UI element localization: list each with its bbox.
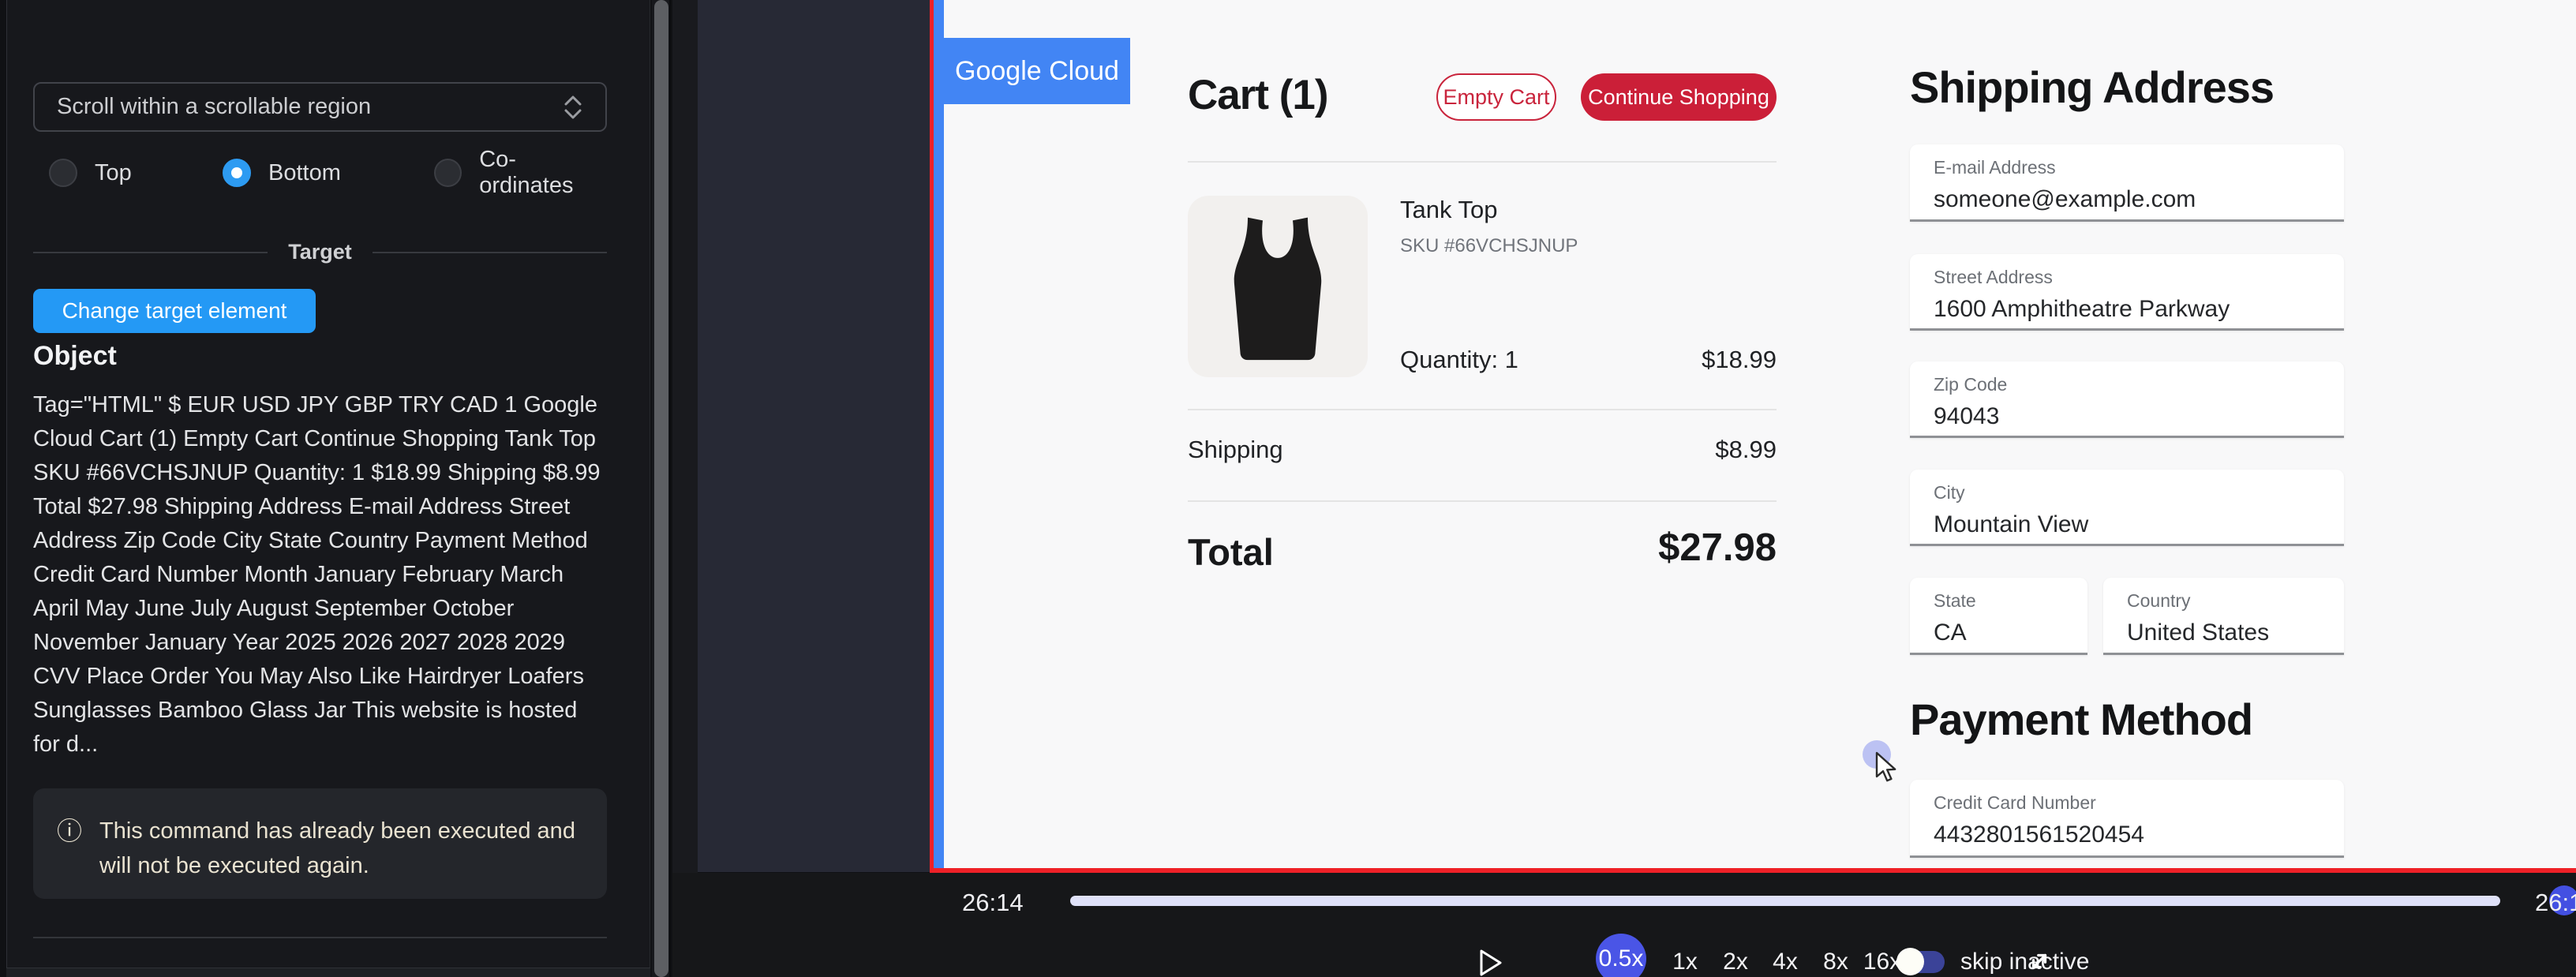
divider-line — [33, 252, 268, 253]
credit-card-field[interactable]: Credit Card Number 4432801561520454 — [1910, 780, 2344, 858]
object-description: Tag="HTML" $ EUR USD JPY GBP TRY CAD 1 G… — [33, 388, 608, 762]
cart-title: Cart (1) — [1188, 71, 1328, 119]
total-label: Total — [1188, 530, 1274, 574]
command-panel: Scroll within a scrollable region Top Bo… — [6, 0, 650, 977]
speed-1x-button[interactable]: 1x — [1657, 949, 1713, 975]
fullscreen-icon[interactable] — [2024, 945, 2055, 977]
radio-coordinates-circle[interactable] — [434, 159, 462, 187]
email-value: someone@example.com — [1934, 186, 2320, 213]
target-highlight-outline — [934, 0, 944, 868]
speed-2x-button[interactable]: 2x — [1708, 949, 1763, 975]
radio-coordinates-label: Co-ordinates — [479, 147, 607, 199]
toggle-knob[interactable] — [1896, 948, 1924, 975]
command-select-value: Scroll within a scrollable region — [57, 94, 371, 120]
panel-video-gap — [672, 0, 698, 977]
cart-divider — [1188, 161, 1777, 163]
notice-box: ⓘ This command has already been executed… — [33, 788, 607, 899]
divider-line — [373, 252, 607, 253]
mouse-cursor-icon — [1875, 751, 1902, 783]
email-field[interactable]: E-mail Address someone@example.com — [1910, 144, 2344, 222]
country-value: United States — [2127, 620, 2320, 646]
radio-top-circle[interactable] — [49, 159, 77, 187]
timeline-track[interactable] — [1070, 896, 2500, 906]
radio-bottom-label: Bottom — [268, 160, 341, 186]
app-root: Scroll within a scrollable region Top Bo… — [0, 0, 2576, 977]
product-sku: SKU #66VCHSJNUP — [1400, 235, 1578, 257]
speed-0-5x-button[interactable]: 0.5x — [1596, 934, 1646, 977]
email-label: E-mail Address — [1934, 157, 2320, 178]
city-field[interactable]: City Mountain View — [1910, 470, 2344, 546]
change-target-button[interactable]: Change target element — [33, 289, 316, 333]
radio-top-label: Top — [95, 160, 132, 186]
radio-option-bottom[interactable]: Bottom — [223, 159, 341, 187]
target-section-label: Target — [288, 240, 352, 264]
country-label: Country — [2127, 590, 2320, 612]
target-section-divider: Target — [33, 240, 607, 264]
credit-card-value: 4432801561520454 — [1934, 822, 2320, 848]
total-value: $27.98 — [1540, 526, 1777, 570]
street-value: 1600 Amphitheatre Parkway — [1934, 296, 2320, 323]
end-time: 26:15 — [2535, 889, 2576, 917]
speed-4x-button[interactable]: 4x — [1758, 949, 1813, 975]
recorded-page-frame: Google Cloud Cart (1) Empty Cart Continu… — [930, 0, 2576, 868]
radio-option-top[interactable]: Top — [49, 159, 132, 187]
player-bar: 26:14 26:15 0.5x 1x 2x 4x 8x 16x skip in… — [672, 873, 2576, 977]
continue-shopping-button[interactable]: Continue Shopping — [1581, 73, 1777, 121]
state-label: State — [1934, 590, 2064, 612]
brand-badge[interactable]: Google Cloud — [944, 38, 1130, 104]
info-icon: ⓘ — [57, 814, 82, 874]
web-page: Google Cloud Cart (1) Empty Cart Continu… — [944, 0, 2576, 868]
scroll-position-options: Top Bottom Co-ordinates — [33, 155, 607, 191]
notice-text: This command has already been executed a… — [99, 814, 583, 874]
video-viewport: Google Cloud Cart (1) Empty Cart Continu… — [698, 0, 2576, 872]
zip-label: Zip Code — [1934, 374, 2320, 395]
select-updown-icon — [563, 94, 583, 121]
state-value: CA — [1934, 620, 2064, 646]
current-time: 26:14 — [962, 889, 1024, 917]
play-icon[interactable] — [1479, 949, 1503, 977]
street-label: Street Address — [1934, 267, 2320, 288]
shipping-label: Shipping — [1188, 436, 1283, 464]
panel-bottom-divider — [33, 937, 607, 938]
product-price: $18.99 — [1619, 346, 1777, 374]
product-image — [1188, 196, 1368, 377]
tank-top-image — [1203, 208, 1353, 365]
total-divider — [1188, 500, 1777, 502]
command-select[interactable]: Scroll within a scrollable region — [33, 82, 607, 132]
payment-method-heading: Payment Method — [1910, 694, 2252, 745]
country-field[interactable]: Country United States — [2103, 578, 2344, 655]
credit-card-label: Credit Card Number — [1934, 792, 2320, 814]
radio-bottom-circle[interactable] — [223, 159, 251, 187]
zip-field[interactable]: Zip Code 94043 — [1910, 361, 2344, 438]
panel-footer-strip — [6, 968, 650, 977]
empty-cart-button[interactable]: Empty Cart — [1436, 73, 1556, 121]
zip-value: 94043 — [1934, 403, 2320, 430]
skip-inactive-toggle[interactable] — [1899, 951, 1945, 973]
city-label: City — [1934, 482, 2320, 503]
product-name: Tank Top — [1400, 196, 1498, 224]
radio-option-coordinates[interactable]: Co-ordinates — [434, 147, 607, 199]
street-field[interactable]: Street Address 1600 Amphitheatre Parkway — [1910, 254, 2344, 331]
shipping-divider — [1188, 409, 1777, 410]
city-value: Mountain View — [1934, 511, 2320, 538]
shipping-value: $8.99 — [1619, 436, 1777, 464]
product-quantity: Quantity: 1 — [1400, 346, 1518, 374]
object-heading: Object — [33, 341, 117, 372]
panel-scrollbar-thumb[interactable] — [654, 0, 668, 977]
shipping-address-heading: Shipping Address — [1910, 62, 2274, 113]
state-field[interactable]: State CA — [1910, 578, 2087, 655]
